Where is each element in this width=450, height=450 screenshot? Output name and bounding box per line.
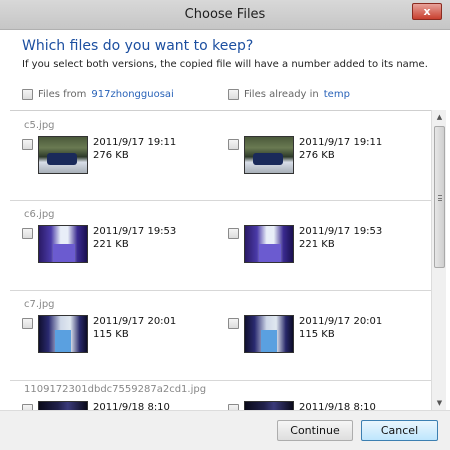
file-date: 2011/9/17 19:53 (93, 226, 177, 237)
file-group: c5.jpg 2011/9/17 19:11 276 KB 2011/9/17 … (10, 111, 431, 201)
file-thumbnail (244, 401, 294, 410)
source-file-item[interactable]: 2011/9/17 19:53 221 KB (22, 225, 176, 263)
source-file-checkbox[interactable] (22, 228, 33, 239)
file-date: 2011/9/18 8:10 (93, 402, 170, 410)
file-thumbnail (38, 136, 88, 174)
files-already-in-checkbox[interactable] (228, 89, 239, 100)
files-already-in-label: Files already in (244, 89, 319, 100)
files-from-link[interactable]: 917zhongguosai (91, 89, 173, 100)
destination-file-item[interactable]: 2011/9/18 8:10 (228, 401, 376, 410)
file-size: 115 KB (93, 329, 129, 340)
file-date: 2011/9/17 19:11 (93, 137, 177, 148)
destination-file-item[interactable]: 2011/9/17 19:53 221 KB (228, 225, 382, 263)
files-from-label: Files from (38, 89, 87, 100)
file-size: 221 KB (93, 239, 129, 250)
choose-files-dialog: Choose Files x Which files do you want t… (0, 0, 450, 450)
file-thumbnail (244, 315, 294, 353)
scroll-up-arrow-icon[interactable]: ▲ (432, 110, 447, 124)
destination-file-checkbox[interactable] (228, 139, 239, 150)
source-file-checkbox[interactable] (22, 318, 33, 329)
file-size: 221 KB (299, 239, 335, 250)
close-icon: x (423, 5, 431, 18)
dialog-heading: Which files do you want to keep? (22, 38, 254, 54)
file-date: 2011/9/18 8:10 (299, 402, 376, 410)
file-group-name: 1109172301dbdc7559287a2cd1.jpg (24, 384, 207, 395)
scroll-down-arrow-icon[interactable]: ▼ (432, 396, 447, 410)
file-group: c7.jpg 2011/9/17 20:01 115 KB 2011/9/17 … (10, 291, 431, 381)
file-thumbnail (38, 225, 88, 263)
file-date: 2011/9/17 20:01 (93, 316, 177, 327)
vertical-scrollbar[interactable]: ▲ ▼ (431, 110, 446, 410)
destination-file-item[interactable]: 2011/9/17 19:11 276 KB (228, 136, 382, 174)
source-file-item[interactable]: 2011/9/17 20:01 115 KB (22, 315, 176, 353)
files-already-in-link[interactable]: temp (324, 89, 350, 100)
dialog-subheading: If you select both versions, the copied … (22, 59, 428, 70)
scroll-thumb[interactable] (434, 126, 445, 268)
source-file-item[interactable]: 2011/9/18 8:10 (22, 401, 170, 410)
file-group-name: c7.jpg (24, 299, 55, 310)
file-group: c6.jpg 2011/9/17 19:53 221 KB 2011/9/17 … (10, 201, 431, 291)
destination-file-item[interactable]: 2011/9/17 20:01 115 KB (228, 315, 382, 353)
file-thumbnail (38, 315, 88, 353)
file-thumbnail (244, 136, 294, 174)
file-size: 115 KB (299, 329, 335, 340)
files-from-checkbox[interactable] (22, 89, 33, 100)
file-size: 276 KB (299, 150, 335, 161)
title-bar[interactable]: Choose Files x (0, 0, 450, 30)
file-size: 276 KB (93, 150, 129, 161)
file-group-name: c6.jpg (24, 209, 55, 220)
destination-file-checkbox[interactable] (228, 318, 239, 329)
destination-file-checkbox[interactable] (228, 228, 239, 239)
file-conflict-list: c5.jpg 2011/9/17 19:11 276 KB 2011/9/17 … (10, 110, 431, 410)
close-button[interactable]: x (412, 3, 442, 20)
file-group-name: c5.jpg (24, 120, 55, 131)
dialog-footer: Continue Cancel (0, 410, 450, 450)
files-already-in-option[interactable]: Files already in temp (228, 89, 350, 100)
cancel-button[interactable]: Cancel (361, 420, 438, 441)
file-date: 2011/9/17 19:53 (299, 226, 383, 237)
file-date: 2011/9/17 19:11 (299, 137, 383, 148)
file-group: 1109172301dbdc7559287a2cd1.jpg 2011/9/18… (10, 381, 431, 410)
source-file-item[interactable]: 2011/9/17 19:11 276 KB (22, 136, 176, 174)
window-title: Choose Files (184, 7, 266, 22)
grip-icon (438, 195, 442, 201)
file-thumbnail (244, 225, 294, 263)
source-file-checkbox[interactable] (22, 139, 33, 150)
file-date: 2011/9/17 20:01 (299, 316, 383, 327)
file-thumbnail (38, 401, 88, 410)
files-from-option[interactable]: Files from 917zhongguosai (22, 89, 174, 100)
continue-button[interactable]: Continue (277, 420, 353, 441)
